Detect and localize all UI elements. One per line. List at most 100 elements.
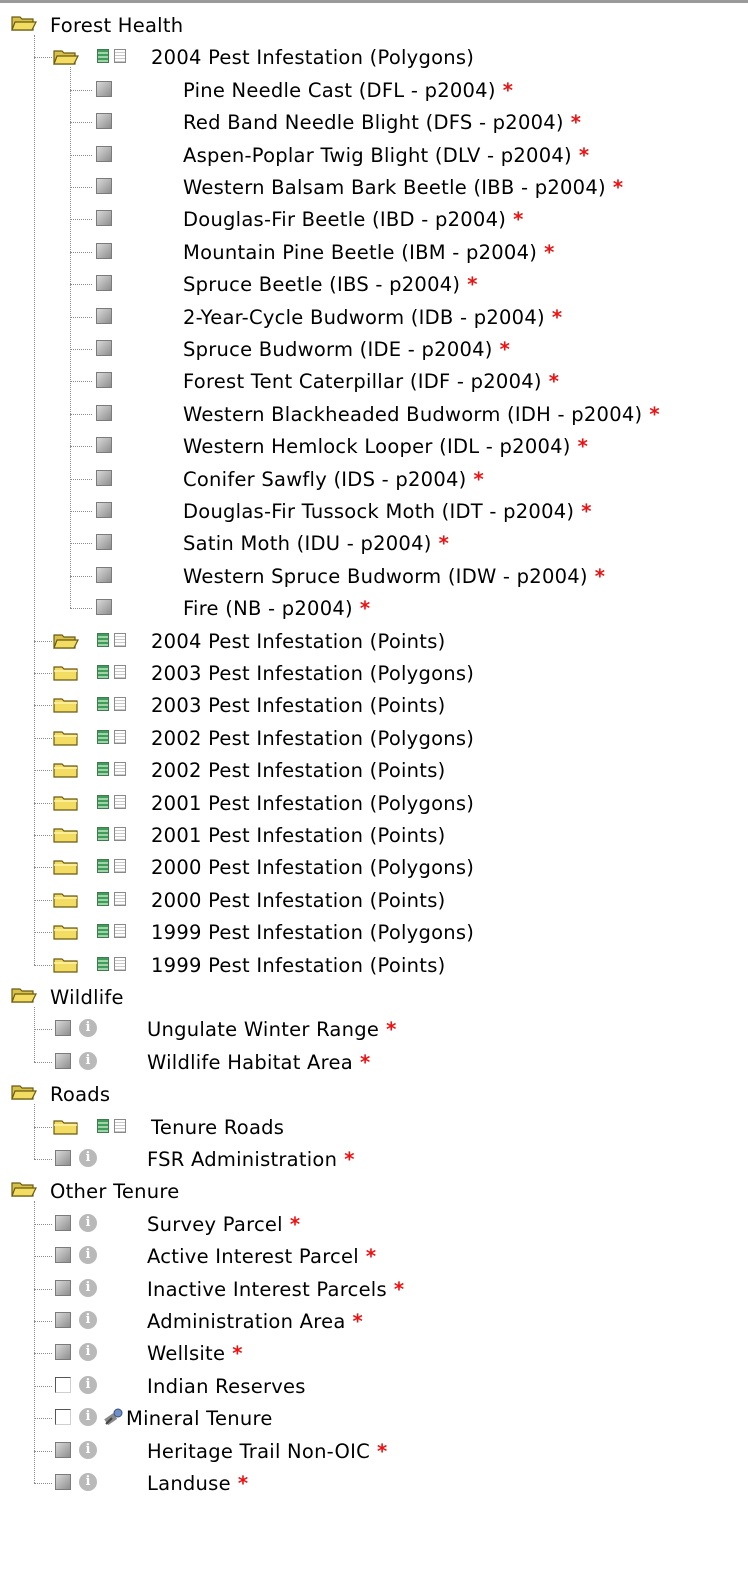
sublayer-row[interactable]: Satin Moth (IDU - p2004) *	[0, 527, 748, 559]
legend-white-icon[interactable]	[114, 794, 126, 809]
legend-green-icon[interactable]	[97, 665, 109, 679]
legend-green-icon[interactable]	[97, 924, 109, 939]
layer-visibility-checkbox[interactable]	[55, 1247, 71, 1264]
layer-visibility-checkbox[interactable]	[55, 1474, 71, 1490]
layer-row[interactable]: i Inactive Interest Parcels *	[0, 1273, 748, 1305]
sublayer-row[interactable]: Aspen-Poplar Twig Blight (DLV - p2004) *	[0, 139, 748, 171]
layer-visibility-checkbox[interactable]	[96, 599, 112, 616]
legend-white-icon[interactable]	[114, 924, 126, 939]
sublayer-row[interactable]: Conifer Sawfly (IDS - p2004) *	[0, 463, 748, 495]
layer-visibility-checkbox[interactable]	[96, 404, 112, 421]
legend-white-icon[interactable]	[114, 956, 126, 971]
layer-row[interactable]: i Mineral Tenure	[0, 1402, 748, 1434]
sublayer-row[interactable]: Douglas-Fir Beetle (IBD - p2004) *	[0, 203, 748, 235]
layer-row[interactable]: i Active Interest Parcel *	[0, 1240, 748, 1272]
sublayer-row[interactable]: Western Balsam Bark Beetle (IBB - p2004)…	[0, 171, 748, 203]
open-folder-icon[interactable]	[11, 1180, 37, 1198]
layer-visibility-checkbox[interactable]	[96, 502, 112, 518]
legend-green-icon[interactable]	[97, 794, 109, 809]
open-folder-icon[interactable]	[11, 986, 37, 1004]
info-icon[interactable]: i	[79, 1149, 97, 1167]
info-icon[interactable]: i	[79, 1375, 97, 1394]
layer-visibility-checkbox[interactable]	[55, 1214, 71, 1231]
info-icon[interactable]: i	[79, 1278, 97, 1297]
layer-row[interactable]: i Wildlife Habitat Area *	[0, 1046, 748, 1078]
legend-white-icon[interactable]	[114, 697, 126, 712]
open-folder-icon[interactable]	[53, 48, 79, 66]
layer-folder-row[interactable]: 1999 Pest Infestation (Polygons)	[0, 916, 748, 948]
sublayer-row[interactable]: Pine Needle Cast (DFL - p2004) *	[0, 74, 748, 106]
layer-visibility-checkbox[interactable]	[55, 1020, 71, 1037]
sublayer-row[interactable]: Spruce Budworm (IDE - p2004) *	[0, 333, 748, 365]
open-folder-icon[interactable]	[53, 632, 79, 650]
legend-green-icon[interactable]	[97, 729, 109, 744]
layer-visibility-checkbox[interactable]	[55, 1312, 71, 1328]
layer-visibility-checkbox[interactable]	[55, 1150, 71, 1166]
legend-white-icon[interactable]	[114, 665, 126, 679]
layer-folder-row[interactable]: 2000 Pest Infestation (Polygons)	[0, 851, 748, 883]
layer-visibility-checkbox[interactable]	[96, 307, 112, 324]
layer-visibility-checkbox[interactable]	[96, 372, 112, 389]
layer-folder-row[interactable]: 2002 Pest Infestation (Polygons)	[0, 722, 748, 754]
group-row-2[interactable]: Roads	[0, 1078, 748, 1110]
layer-row[interactable]: i Wellsite *	[0, 1337, 748, 1369]
legend-green-icon[interactable]	[97, 891, 109, 906]
legend-white-icon[interactable]	[114, 1118, 126, 1133]
layer-visibility-checkbox[interactable]	[96, 437, 112, 454]
info-icon[interactable]: i	[79, 1213, 97, 1232]
closed-folder-icon[interactable]	[53, 923, 79, 941]
closed-folder-icon[interactable]	[53, 664, 79, 682]
sublayer-row[interactable]: 2-Year-Cycle Budworm (IDB - p2004) *	[0, 301, 748, 333]
legend-white-icon[interactable]	[114, 891, 126, 906]
layer-visibility-checkbox[interactable]	[96, 80, 112, 97]
layer-folder-row[interactable]: Tenure Roads	[0, 1111, 748, 1143]
layer-row[interactable]: i Administration Area *	[0, 1305, 748, 1337]
sublayer-row[interactable]: Forest Tent Caterpillar (IDF - p2004) *	[0, 365, 748, 397]
sublayer-row[interactable]: Spruce Beetle (IBS - p2004) *	[0, 268, 748, 300]
layer-folder-row[interactable]: 2001 Pest Infestation (Points)	[0, 819, 748, 851]
legend-green-icon[interactable]	[97, 632, 109, 647]
legend-green-icon[interactable]	[97, 956, 109, 971]
layer-row[interactable]: i Survey Parcel *	[0, 1208, 748, 1240]
layer-row[interactable]: i FSR Administration *	[0, 1143, 748, 1175]
sublayer-row[interactable]: Douglas-Fir Tussock Moth (IDT - p2004) *	[0, 495, 748, 527]
layer-folder-row[interactable]: 2001 Pest Infestation (Polygons)	[0, 787, 748, 819]
legend-white-icon[interactable]	[114, 729, 126, 744]
layer-visibility-checkbox[interactable]	[96, 113, 112, 130]
layer-visibility-checkbox[interactable]	[96, 275, 112, 292]
closed-folder-icon[interactable]	[53, 956, 79, 974]
closed-folder-icon[interactable]	[53, 826, 79, 844]
layer-folder-row[interactable]: 2004 Pest Infestation (Polygons)	[0, 41, 748, 73]
closed-folder-icon[interactable]	[53, 891, 79, 909]
legend-green-icon[interactable]	[97, 762, 109, 777]
sublayer-row[interactable]: Red Band Needle Blight (DFS - p2004) *	[0, 106, 748, 138]
closed-folder-icon[interactable]	[53, 696, 79, 714]
open-folder-icon[interactable]	[11, 1083, 37, 1101]
layer-visibility-checkbox[interactable]	[96, 534, 112, 551]
layer-folder-row[interactable]: 2002 Pest Infestation (Points)	[0, 754, 748, 786]
legend-white-icon[interactable]	[114, 762, 126, 777]
layer-visibility-checkbox[interactable]	[55, 1409, 71, 1426]
legend-white-icon[interactable]	[114, 632, 126, 647]
group-row-0[interactable]: Forest Health	[0, 9, 748, 41]
legend-white-icon[interactable]	[114, 49, 126, 64]
info-icon[interactable]: i	[79, 1311, 97, 1329]
sublayer-row[interactable]: Western Blackheaded Budworm (IDH - p2004…	[0, 398, 748, 430]
layer-folder-row[interactable]: 2003 Pest Infestation (Points)	[0, 689, 748, 721]
legend-green-icon[interactable]	[97, 697, 109, 712]
group-row-3[interactable]: Other Tenure	[0, 1175, 748, 1207]
sublayer-row[interactable]: Western Hemlock Looper (IDL - p2004) *	[0, 430, 748, 462]
layer-folder-row[interactable]: 2003 Pest Infestation (Polygons)	[0, 657, 748, 689]
sublayer-row[interactable]: Western Spruce Budworm (IDW - p2004) *	[0, 560, 748, 592]
layer-row[interactable]: i Heritage Trail Non-OIC *	[0, 1435, 748, 1467]
info-icon[interactable]: i	[79, 1246, 97, 1265]
layer-visibility-checkbox[interactable]	[55, 1441, 71, 1458]
legend-green-icon[interactable]	[97, 827, 109, 841]
legend-green-icon[interactable]	[97, 49, 109, 64]
layer-folder-row[interactable]: 1999 Pest Infestation (Points)	[0, 949, 748, 981]
layer-visibility-checkbox[interactable]	[96, 145, 112, 162]
closed-folder-icon[interactable]	[53, 729, 79, 747]
layer-visibility-checkbox[interactable]	[55, 1052, 71, 1069]
layer-visibility-checkbox[interactable]	[96, 210, 112, 227]
layer-visibility-checkbox[interactable]	[96, 178, 112, 194]
